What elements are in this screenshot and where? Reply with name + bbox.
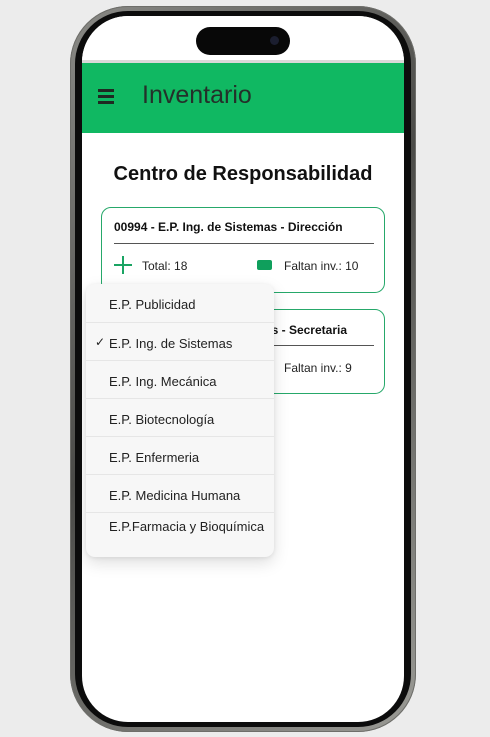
check-icon: ✓: [95, 335, 106, 349]
page-title: Centro de Responsabilidad: [113, 163, 373, 185]
school-dropdown-menu: E.P. Publicidad ✓ E.P. Ing. de Sistemas …: [86, 284, 274, 557]
dynamic-island: [196, 27, 290, 55]
option-label: E.P. Medicina Humana: [109, 488, 241, 503]
card-divider: [114, 243, 374, 244]
phone-frame: Inventario Centro de Responsabilidad 009…: [70, 6, 416, 732]
status-bar: [82, 16, 404, 63]
phone-screen: Inventario Centro de Responsabilidad 009…: [82, 16, 404, 722]
dropdown-option[interactable]: E.P. Ing. Mecánica: [86, 360, 274, 398]
hamburger-menu-icon[interactable]: [98, 89, 114, 105]
dropdown-option[interactable]: E.P. Enfermeria: [86, 436, 274, 474]
add-icon[interactable]: [114, 256, 132, 274]
option-label: E.P.Farmacia y Bioquímica: [109, 519, 265, 534]
dropdown-option[interactable]: E.P. Biotecnología: [86, 398, 274, 436]
option-label: E.P. Publicidad: [109, 297, 196, 312]
responsibility-center-card[interactable]: 00994 - E.P. Ing. de Sistemas - Direcció…: [101, 207, 385, 293]
option-label: E.P. Biotecnología: [109, 412, 215, 427]
card-title: s - Secretaria: [271, 323, 347, 337]
pending-count: Faltan inv.: 10: [284, 259, 359, 273]
pending-count: Faltan inv.: 9: [284, 361, 352, 375]
dropdown-option-selected[interactable]: ✓ E.P. Ing. de Sistemas: [86, 322, 274, 360]
dropdown-option[interactable]: E.P. Publicidad: [86, 284, 274, 322]
app-title: Inventario: [142, 81, 252, 109]
dropdown-option[interactable]: E.P.Farmacia y Bioquímica: [86, 512, 274, 557]
card-title: 00994 - E.P. Ing. de Sistemas - Direcció…: [114, 220, 343, 234]
camera-icon: [270, 36, 279, 45]
dropdown-option[interactable]: E.P. Medicina Humana: [86, 474, 274, 512]
status-swatch-icon: [257, 260, 272, 270]
option-label: E.P. Enfermeria: [109, 450, 200, 465]
app-bar: Inventario: [82, 63, 404, 133]
option-label: E.P. Ing. de Sistemas: [109, 336, 233, 351]
option-label: E.P. Ing. Mecánica: [109, 374, 217, 389]
total-count: Total: 18: [142, 259, 188, 273]
